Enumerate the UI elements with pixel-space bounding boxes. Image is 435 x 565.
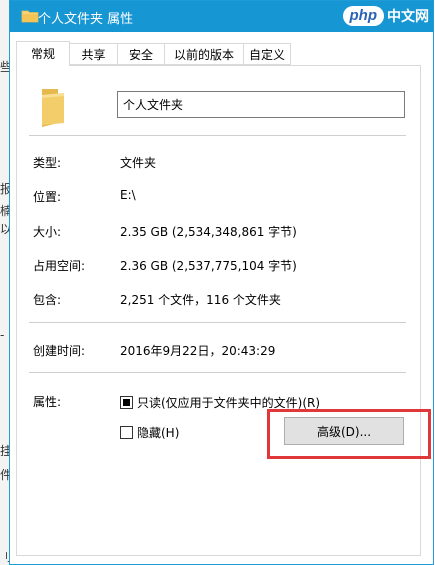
attributes-label: 属性: — [33, 395, 62, 409]
location-label: 位置: — [33, 190, 62, 204]
hidden-checkbox-box[interactable] — [120, 425, 133, 439]
watermark-badge: php — [342, 6, 384, 26]
tab-general[interactable]: 常规 — [16, 41, 70, 66]
readonly-checkbox-label: 只读(仅应用于文件夹中的文件)(R) — [137, 395, 321, 410]
divider — [29, 135, 406, 136]
background-text: 挂 — [0, 444, 9, 458]
size-value: 2.35 GB (2,534,348,861 字节) — [120, 225, 297, 239]
background-text: 楠 — [0, 204, 9, 218]
readonly-checkbox[interactable]: 只读(仅应用于文件夹中的文件)(R) — [120, 394, 320, 410]
tab-previous-versions[interactable]: 以前的版本 — [164, 43, 244, 65]
window-title: 个人文件夹 属性 — [38, 12, 134, 27]
title-bar[interactable]: 个人文件夹 属性 php 中文网 — [10, 1, 433, 32]
type-value: 文件夹 — [120, 156, 157, 170]
type-label: 类型: — [33, 156, 62, 170]
background-text: 报 — [0, 182, 9, 196]
created-label: 创建时间: — [33, 344, 86, 358]
folder-name-input[interactable] — [117, 91, 405, 118]
background-text: - — [0, 328, 5, 342]
hidden-checkbox[interactable]: 隐藏(H) — [120, 424, 179, 440]
contains-label: 包含: — [33, 293, 62, 307]
divider — [29, 372, 406, 373]
properties-dialog: 个人文件夹 属性 php 中文网 常规 共享 安全 以前的版本 自定义 类型: … — [9, 0, 434, 565]
watermark-text: 中文网 — [387, 9, 429, 25]
tab-customize[interactable]: 自定义 — [243, 43, 291, 65]
contains-value: 2,251 个文件，116 个文件夹 — [120, 293, 281, 307]
general-tab-panel: 类型: 文件夹 位置: E:\ 大小: 2.35 GB (2,534,348,8… — [16, 65, 431, 556]
size-on-disk-label: 占用空间: — [33, 259, 86, 273]
hidden-checkbox-label: 隐藏(H) — [137, 425, 180, 440]
background-text: 以 — [0, 222, 9, 236]
readonly-checkbox-box[interactable] — [120, 395, 133, 409]
advanced-button[interactable]: 高级(D)... — [284, 417, 404, 445]
folder-icon — [42, 89, 64, 127]
size-label: 大小: — [33, 225, 62, 239]
tab-sharing[interactable]: 共享 — [69, 43, 118, 65]
created-value: 2016年9月22日，20:43:29 — [120, 344, 276, 358]
background-text: 件 — [0, 468, 9, 482]
tab-security[interactable]: 安全 — [117, 43, 165, 65]
background-text: 刂 — [0, 550, 9, 564]
divider — [29, 322, 406, 323]
watermark-logo: php 中文网 — [342, 5, 429, 27]
size-on-disk-value: 2.36 GB (2,537,775,104 字节) — [120, 259, 297, 273]
location-value: E:\ — [120, 188, 136, 202]
background-text: 些 — [0, 60, 9, 74]
folder-icon — [21, 10, 39, 23]
